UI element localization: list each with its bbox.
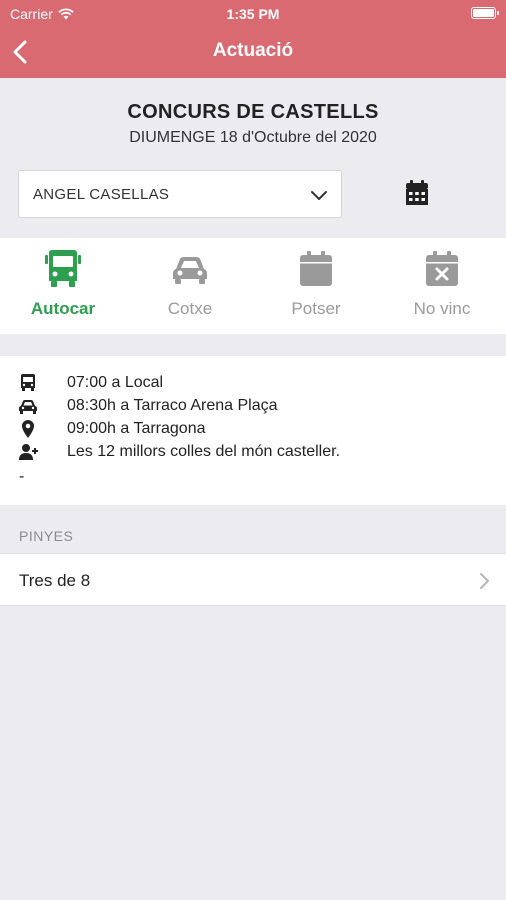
event-title: CONCURS DE CASTELLS bbox=[127, 101, 379, 123]
option-potser-label: Potser bbox=[291, 299, 341, 318]
pinyes-header: PINYES bbox=[19, 528, 74, 544]
event-details: 07:00 a Local 08:30h a Tarraco Arena Pla… bbox=[0, 356, 506, 505]
battery-icon bbox=[471, 7, 499, 19]
map-pin-icon bbox=[22, 420, 34, 438]
pinyes-item[interactable]: Tres de 8 bbox=[0, 553, 506, 606]
option-cotxe[interactable]: Cotxe bbox=[127, 238, 253, 334]
status-time: 1:35 PM bbox=[226, 6, 280, 22]
car-icon bbox=[173, 257, 207, 284]
status-bar: Carrier 1:35 PM bbox=[0, 0, 506, 26]
transport-options: Autocar Cotxe Potser No vinc bbox=[0, 238, 506, 334]
detail-text: Les 12 millors colles del món casteller. bbox=[67, 443, 341, 460]
detail-row-car: 08:30h a Tarraco Arena Plaça bbox=[0, 395, 506, 418]
user-plus-icon bbox=[19, 444, 38, 460]
detail-row-description: Les 12 millors colles del món casteller. bbox=[0, 441, 506, 464]
member-select[interactable]: ANGEL CASELLAS bbox=[18, 170, 342, 218]
top-bar: Carrier 1:35 PM Actuació bbox=[0, 0, 506, 78]
nav-bar: Actuació bbox=[0, 26, 506, 78]
option-autocar[interactable]: Autocar bbox=[0, 238, 126, 334]
detail-text: 09:00h a Tarragona bbox=[67, 420, 206, 437]
page-title: Actuació bbox=[212, 40, 294, 61]
member-select-value: ANGEL CASELLAS bbox=[33, 186, 170, 203]
option-potser[interactable]: Potser bbox=[253, 238, 379, 334]
calendar-button[interactable] bbox=[404, 179, 430, 207]
detail-row-bus: 07:00 a Local bbox=[0, 372, 506, 395]
chevron-right-icon bbox=[480, 573, 489, 589]
car-icon bbox=[19, 400, 37, 414]
detail-text: 07:00 a Local bbox=[67, 374, 164, 391]
bus-icon bbox=[45, 250, 81, 287]
details-extra: - bbox=[19, 468, 25, 485]
option-no-vinc[interactable]: No vinc bbox=[379, 238, 505, 334]
chevron-down-icon bbox=[311, 191, 327, 200]
event-date: DIUMENGE 18 d'Octubre del 2020 bbox=[129, 129, 377, 146]
option-autocar-label: Autocar bbox=[30, 299, 96, 318]
calendar-x-icon bbox=[426, 251, 458, 286]
detail-text: 08:30h a Tarraco Arena Plaça bbox=[67, 397, 278, 414]
calendar-icon bbox=[406, 180, 428, 205]
pinyes-item-label: Tres de 8 bbox=[19, 571, 91, 590]
bus-icon bbox=[21, 374, 35, 391]
option-no-vinc-label: No vinc bbox=[413, 299, 471, 318]
calendar-icon bbox=[300, 251, 332, 286]
option-cotxe-label: Cotxe bbox=[167, 299, 213, 318]
detail-row-location: 09:00h a Tarragona bbox=[0, 418, 506, 441]
